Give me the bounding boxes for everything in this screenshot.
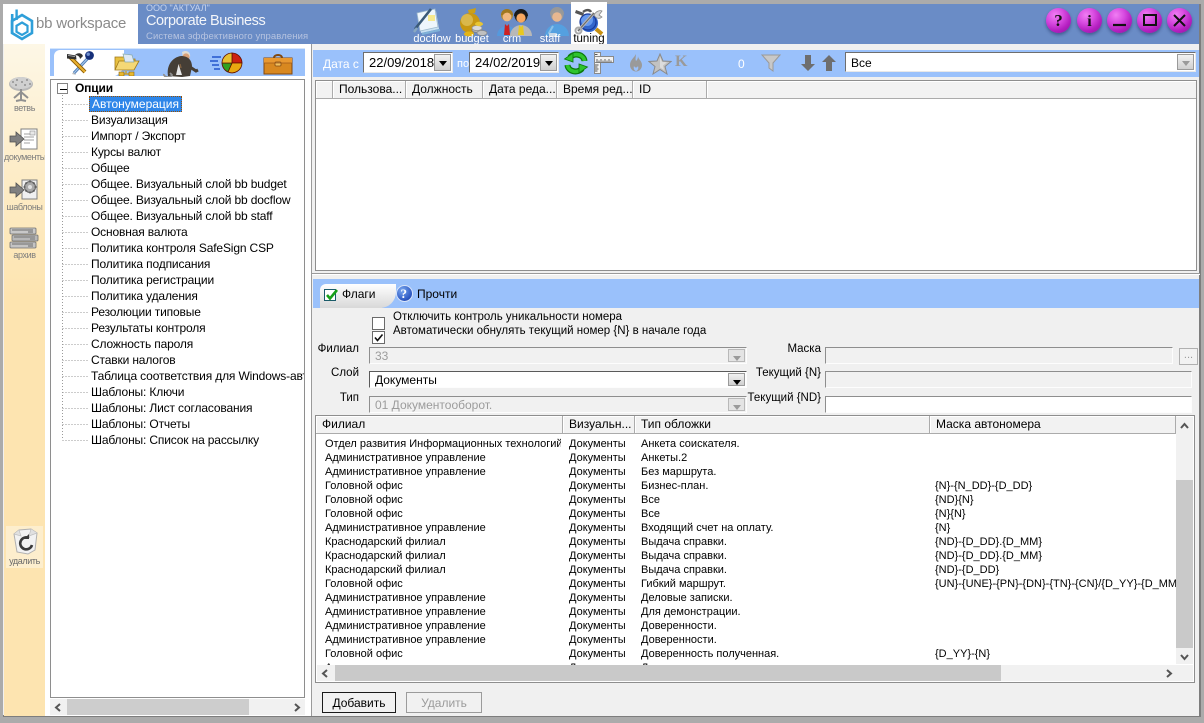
svg-text:i: i — [1087, 13, 1092, 30]
svg-text:?: ? — [1054, 11, 1063, 30]
